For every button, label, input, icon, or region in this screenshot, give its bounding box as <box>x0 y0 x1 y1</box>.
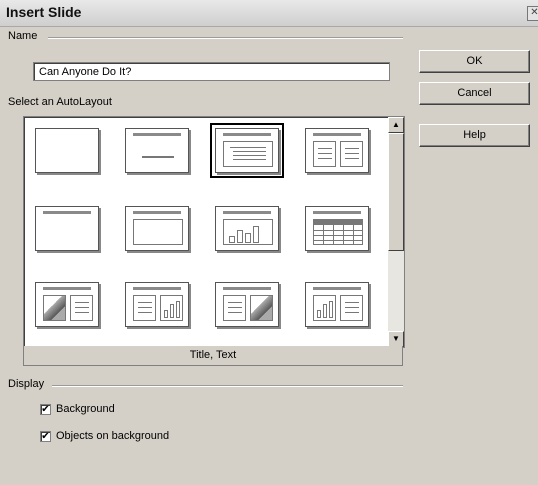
chart-icon <box>160 295 183 321</box>
layout-title-chart[interactable] <box>215 206 279 251</box>
layout-title-2-text[interactable] <box>305 128 369 173</box>
layout-chart-text[interactable] <box>305 282 369 327</box>
table-icon <box>313 219 363 245</box>
slide-name-input[interactable] <box>33 62 390 81</box>
text-list-icon <box>223 295 246 321</box>
cancel-button[interactable]: Cancel <box>419 82 530 105</box>
layout-clipart-text[interactable] <box>35 282 99 327</box>
background-checkbox[interactable]: ✔ <box>40 404 51 415</box>
chart-icon <box>223 219 273 245</box>
name-label: Name <box>8 30 38 42</box>
text-list-icon <box>70 295 93 321</box>
layout-title-only[interactable] <box>125 128 189 173</box>
name-divider <box>48 37 403 39</box>
ok-button[interactable]: OK <box>419 50 530 73</box>
close-icon[interactable]: ✕ <box>527 6 538 21</box>
scroll-down-icon[interactable]: ▼ <box>388 331 404 347</box>
scroll-thumb[interactable] <box>388 133 404 251</box>
scroll-up-icon[interactable]: ▲ <box>388 117 404 133</box>
display-label: Display <box>8 378 45 390</box>
layout-title-text[interactable] <box>210 123 284 178</box>
background-checkbox-label[interactable]: Background <box>56 403 115 415</box>
text-list-icon <box>133 295 156 321</box>
clipart-icon <box>250 295 273 321</box>
objects-on-background-label[interactable]: Objects on background <box>56 430 169 442</box>
text-list-icon <box>340 295 363 321</box>
text-list-icon <box>340 141 363 167</box>
display-divider <box>52 385 403 387</box>
layout-text-chart[interactable] <box>125 282 189 327</box>
text-list-icon <box>313 141 336 167</box>
layout-title-table[interactable] <box>305 206 369 251</box>
chart-icon <box>313 295 336 321</box>
layout-text-clipart[interactable] <box>215 282 279 327</box>
objects-on-background-checkbox[interactable]: ✔ <box>40 431 51 442</box>
text-list-icon <box>223 141 273 167</box>
layout-blank[interactable] <box>35 128 99 173</box>
vertical-scrollbar[interactable]: ▲ ▼ <box>388 117 404 347</box>
clipart-icon <box>43 295 66 321</box>
layout-title-box[interactable] <box>125 206 189 251</box>
autolayout-label: Select an AutoLayout <box>8 96 112 108</box>
layout-title-bar[interactable] <box>35 206 99 251</box>
window-title: Insert Slide <box>6 4 82 20</box>
autolayout-gallery[interactable]: ▲ ▼ <box>23 116 405 348</box>
help-button[interactable]: Help <box>419 124 530 147</box>
selected-layout-caption: Title, Text <box>23 346 403 366</box>
title-bar: Insert Slide ✕ <box>0 0 538 27</box>
